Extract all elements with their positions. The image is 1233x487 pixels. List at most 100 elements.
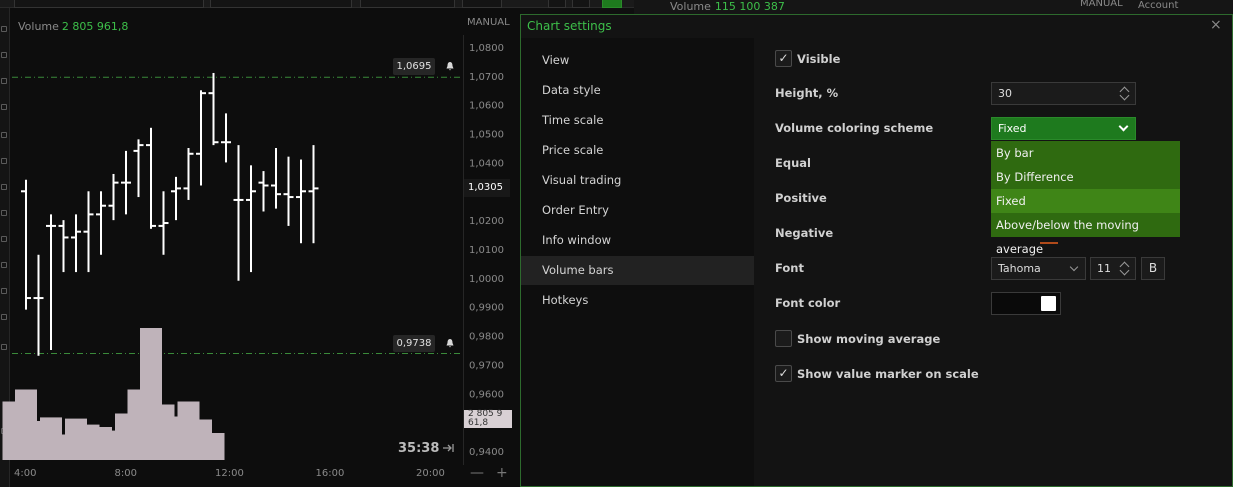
scale-mode-label[interactable]: MANUAL	[467, 17, 510, 28]
dialog-title: Chart settings	[527, 19, 612, 33]
bell-icon[interactable]	[445, 61, 455, 71]
ohlc-bar	[121, 150, 131, 215]
dropdown-option[interactable]: By Difference	[991, 165, 1180, 189]
current-price-label: 1,0305	[464, 179, 510, 197]
ohlc-bar	[96, 191, 106, 255]
positive-label: Positive	[775, 191, 827, 205]
ohlc-bar	[308, 145, 319, 244]
volume-scale-marker: 2 805 9 61,8	[464, 410, 512, 428]
toolbar-icon-1[interactable]	[548, 0, 566, 8]
dropdown-option[interactable]: Fixed	[991, 189, 1180, 213]
bar-countdown-timer: 35:38	[398, 441, 440, 456]
volume-label-text: Volume	[18, 20, 59, 33]
ohlc-bar	[108, 173, 119, 221]
nav-item[interactable]: Hotkeys	[521, 286, 754, 315]
price-tick-label: 1,0000	[469, 274, 504, 285]
scroll-to-end-icon[interactable]	[442, 442, 454, 454]
price-tick-label: 1,0500	[469, 130, 504, 141]
coloring-scheme-label: Volume coloring scheme	[775, 121, 934, 135]
equal-label: Equal	[775, 156, 811, 170]
nav-item[interactable]: Info window	[521, 226, 754, 255]
price-tick-label: 1,0200	[469, 216, 504, 227]
font-family-value: Tahoma	[998, 262, 1041, 275]
time-tick-label: 4:00	[14, 468, 36, 479]
nav-item[interactable]: Order Entry	[521, 196, 754, 225]
volume-indicator-label: Volume 2 805 961,8	[18, 20, 128, 33]
ohlc-bar	[158, 191, 169, 255]
ohlc-bar	[71, 214, 81, 273]
zoom-out-button[interactable]: —	[470, 465, 496, 481]
height-value: 30	[998, 87, 1012, 100]
background-volume-label: Volume 115 100 387	[670, 0, 785, 13]
font-color-label: Font color	[775, 296, 841, 310]
ohlc-bar	[83, 191, 94, 273]
show-value-marker-checkbox[interactable]: ✓	[775, 365, 792, 382]
price-tick-label: 1,0400	[469, 158, 504, 169]
nav-item[interactable]: View	[521, 46, 754, 75]
zoom-controls: —+	[470, 465, 520, 481]
ohlc-bar	[221, 113, 231, 163]
price-tick-label: 1,0600	[469, 101, 504, 112]
nav-item[interactable]: Time scale	[521, 106, 754, 135]
ohlc-bar	[283, 156, 294, 226]
coloring-scheme-select[interactable]: Fixed	[991, 117, 1136, 140]
visible-label: Visible	[797, 52, 841, 66]
background-chart-header: Volume 115 100 387 MANUAL Account	[634, 0, 1233, 14]
price-alert-marker-high[interactable]: 1,0695	[393, 58, 435, 75]
nav-item[interactable]: Price scale	[521, 136, 754, 165]
price-tick-label: 0,9700	[469, 360, 504, 371]
height-field[interactable]: 30	[991, 82, 1136, 105]
ohlc-bar	[296, 159, 306, 244]
ohlc-bar	[208, 72, 219, 146]
font-family-select[interactable]: Tahoma	[991, 257, 1086, 280]
font-color-swatch	[1041, 296, 1056, 311]
ohlc-bar	[33, 254, 44, 356]
account-label: Account	[1138, 0, 1179, 11]
zoom-in-button[interactable]: +	[496, 465, 520, 481]
time-tick-label: 16:00	[316, 468, 345, 479]
close-icon[interactable]: ×	[1210, 17, 1222, 33]
font-label: Font	[775, 261, 804, 275]
ohlc-bar	[233, 145, 244, 281]
nav-item[interactable]: Visual trading	[521, 166, 754, 195]
ohlc-bar	[271, 148, 281, 209]
price-tick-label: 0,9600	[469, 389, 504, 400]
price-tick-label: 1,0800	[469, 43, 504, 54]
dropdown-option[interactable]: By bar	[991, 141, 1180, 165]
time-tick-label: 8:00	[115, 468, 137, 479]
font-color-picker[interactable]	[991, 292, 1061, 315]
show-value-marker-label: Show value marker on scale	[797, 367, 979, 381]
ohlc-bar	[258, 171, 269, 212]
chevron-down-icon	[1069, 262, 1079, 272]
ohlc-bar	[146, 127, 156, 229]
ohlc-bar	[183, 148, 194, 200]
price-tick-label: 0,9800	[469, 332, 504, 343]
toolbar-icon-2[interactable]	[572, 0, 590, 8]
price-axis-divider	[463, 35, 464, 465]
visible-checkbox[interactable]: ✓	[775, 50, 792, 67]
stepper-icon[interactable]	[1119, 85, 1131, 102]
ohlc-bar	[133, 139, 144, 198]
price-alert-marker-low[interactable]: 0,9738	[393, 335, 435, 352]
bold-button[interactable]: B	[1141, 257, 1165, 280]
toolbar-green-icon[interactable]	[602, 0, 622, 8]
font-size-field[interactable]: 11	[1090, 257, 1136, 280]
price-tick-label: 1,0100	[469, 245, 504, 256]
show-moving-average-label: Show moving average	[797, 332, 941, 346]
nav-item[interactable]: Data style	[521, 76, 754, 105]
ohlc-bar	[246, 165, 256, 273]
nav-item[interactable]: Volume bars	[521, 256, 754, 285]
price-tick-label: 1,0700	[469, 72, 504, 83]
show-moving-average-checkbox[interactable]	[775, 330, 792, 347]
height-label: Height, %	[775, 86, 839, 100]
chart-plot[interactable]: 1,08001,07001,06001,05001,04001,03001,02…	[0, 0, 520, 487]
time-tick-label: 20:00	[416, 468, 445, 479]
ohlc-bar	[58, 220, 69, 273]
ohlc-bar	[196, 90, 206, 186]
ohlc-bar	[21, 179, 31, 310]
chevron-down-icon	[1118, 121, 1129, 132]
stepper-icon[interactable]	[1119, 260, 1131, 277]
dropdown-option[interactable]: Above/below the moving average	[991, 213, 1180, 256]
negative-label: Negative	[775, 226, 834, 240]
bell-icon[interactable]	[445, 338, 455, 348]
